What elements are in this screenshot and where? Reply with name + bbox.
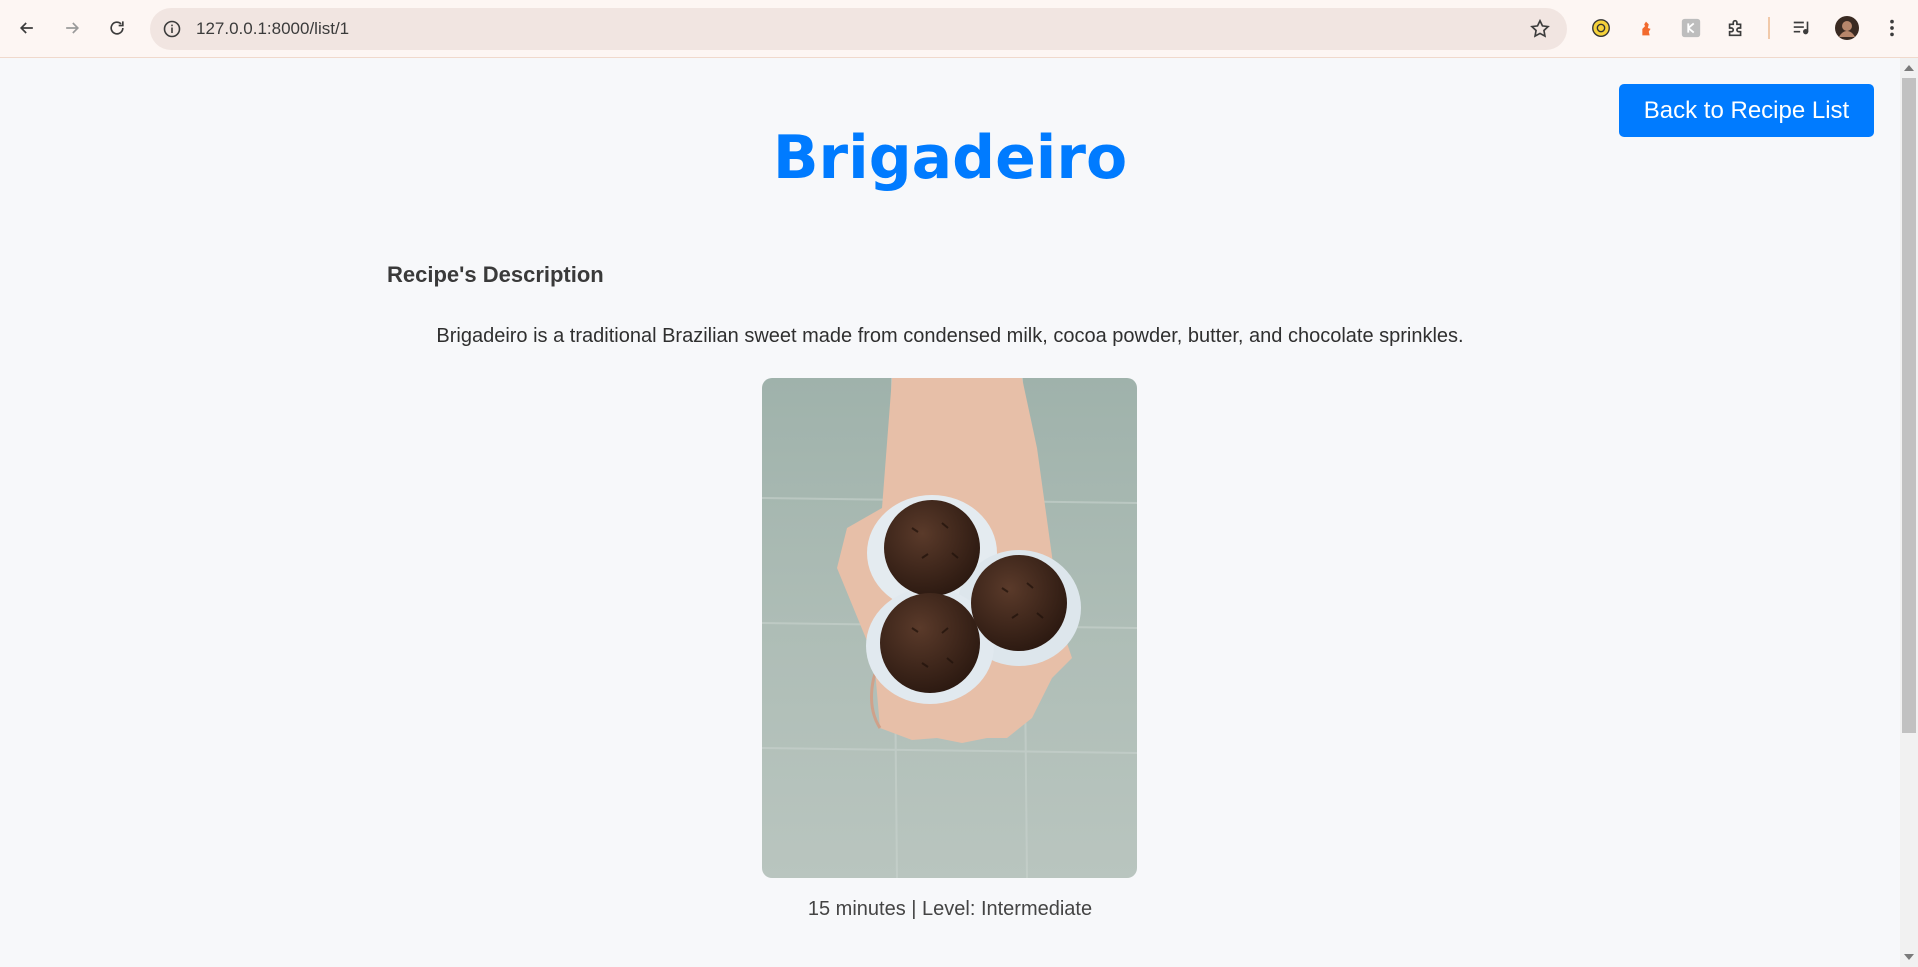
toolbar-divider: [1768, 17, 1770, 39]
page-scrollbar[interactable]: [1900, 58, 1918, 967]
url-text[interactable]: 127.0.0.1:8000/list/1: [196, 19, 349, 39]
extensions-puzzle-icon[interactable]: [1723, 15, 1749, 41]
recipe-meta: 15 minutes | Level: Intermediate: [807, 898, 1093, 920]
media-queue-icon[interactable]: [1789, 15, 1815, 41]
back-arrow-icon[interactable]: [10, 11, 44, 45]
reload-icon[interactable]: [100, 11, 134, 45]
extension-chess-icon[interactable]: [1633, 15, 1659, 41]
description-heading: Recipe's Description: [387, 262, 604, 287]
browser-menu-icon[interactable]: [1879, 15, 1905, 41]
profile-avatar-icon[interactable]: [1834, 15, 1860, 41]
scroll-down-arrow-icon[interactable]: [1904, 954, 1914, 960]
forward-arrow-icon[interactable]: [55, 11, 89, 45]
browser-toolbar: 127.0.0.1:8000/list/1: [0, 0, 1918, 58]
extension-gray-icon[interactable]: [1678, 15, 1704, 41]
address-bar[interactable]: 127.0.0.1:8000/list/1: [150, 8, 1567, 50]
bookmark-star-icon[interactable]: [1529, 18, 1551, 40]
scroll-up-arrow-icon[interactable]: [1904, 65, 1914, 71]
page-title: Brigadeiro: [772, 123, 1128, 193]
extension-circle-icon[interactable]: [1588, 15, 1614, 41]
recipe-description: Brigadeiro is a traditional Brazilian sw…: [436, 325, 1464, 347]
site-info-icon[interactable]: [162, 19, 182, 39]
scrollbar-thumb[interactable]: [1902, 78, 1916, 733]
recipe-photo: [762, 378, 1137, 878]
